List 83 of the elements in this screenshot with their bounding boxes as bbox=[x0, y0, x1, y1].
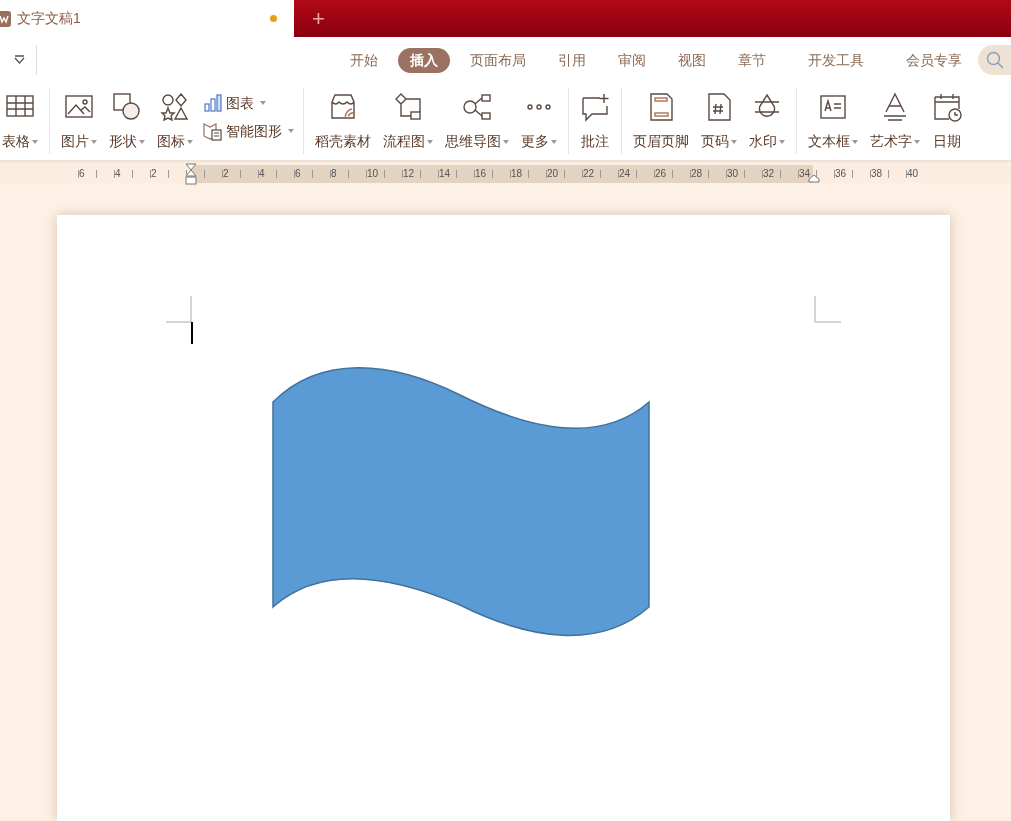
ruler-number: 20 bbox=[547, 167, 559, 181]
ribbon-button[interactable]: 页眉页脚 bbox=[627, 82, 695, 160]
ruler-number: 16 bbox=[475, 167, 487, 181]
caret-icon bbox=[139, 139, 145, 144]
menu-tab[interactable]: 会员专享 bbox=[894, 48, 974, 73]
caret-icon bbox=[731, 139, 737, 144]
ruler-number: 32 bbox=[763, 167, 775, 181]
dropdown-icon[interactable] bbox=[14, 55, 25, 64]
ribbon-button[interactable]: 页码 bbox=[695, 82, 743, 160]
document-tab-title[interactable]: 文字文稿1 bbox=[17, 8, 81, 29]
caret-icon bbox=[779, 139, 785, 144]
ruler-number: 22 bbox=[583, 167, 595, 181]
ribbon-button[interactable]: 稻壳素材 bbox=[309, 82, 377, 160]
corner-mark-icon bbox=[814, 296, 841, 323]
ribbon-button[interactable]: 艺术字 bbox=[864, 82, 926, 160]
menu-tab[interactable]: 开发工具 bbox=[796, 48, 876, 73]
menu-tab[interactable]: 章节 bbox=[726, 48, 778, 73]
menu-tab[interactable]: 审阅 bbox=[606, 48, 658, 73]
wave-shape[interactable] bbox=[272, 367, 650, 636]
caret-icon bbox=[187, 139, 193, 144]
text-cursor bbox=[191, 322, 193, 344]
mind-map-icon bbox=[462, 92, 492, 122]
ruler-number: 38 bbox=[871, 167, 883, 181]
indent-marker-icon[interactable] bbox=[185, 163, 197, 185]
icons-icon bbox=[160, 92, 190, 122]
more-icon bbox=[527, 104, 551, 110]
corner-mark-icon bbox=[166, 296, 192, 323]
ruler-number: 24 bbox=[619, 167, 631, 181]
ribbon-button[interactable]: 表格 bbox=[0, 82, 44, 160]
menu-tab[interactable]: 视图 bbox=[666, 48, 718, 73]
text-box-icon bbox=[818, 92, 848, 122]
menu-tab[interactable]: 引用 bbox=[546, 48, 598, 73]
caret-icon bbox=[91, 139, 97, 144]
ribbon-button[interactable]: 图片 bbox=[55, 82, 103, 160]
ribbon-button[interactable]: 水印 bbox=[743, 82, 791, 160]
ruler-number: 12 bbox=[403, 167, 415, 181]
right-indent-marker-icon[interactable] bbox=[808, 174, 820, 183]
menu-tab[interactable]: 页面布局 bbox=[458, 48, 538, 73]
ruler-number: 8 bbox=[331, 167, 337, 181]
calendar-icon bbox=[932, 92, 962, 122]
ruler-number: 4 bbox=[115, 167, 121, 181]
ribbon-button[interactable]: 流程图 bbox=[377, 82, 439, 160]
ribbon-button[interactable]: 日期 bbox=[926, 82, 968, 160]
ruler-number: 34 bbox=[799, 167, 811, 181]
search-icon bbox=[986, 51, 1004, 69]
ruler-number: 6 bbox=[79, 167, 85, 181]
caret-icon bbox=[551, 139, 557, 144]
ruler-number: 26 bbox=[655, 167, 667, 181]
ruler-number: 10 bbox=[367, 167, 379, 181]
ruler-number: 6 bbox=[295, 167, 301, 181]
ruler-number: 28 bbox=[691, 167, 703, 181]
ruler-number: 14 bbox=[439, 167, 451, 181]
ruler-number: 18 bbox=[511, 167, 523, 181]
ruler-number: 4 bbox=[259, 167, 265, 181]
ribbon-button[interactable]: 智能图形 bbox=[203, 120, 294, 142]
ribbon-button[interactable]: 思维导图 bbox=[439, 82, 515, 160]
comment-icon bbox=[580, 92, 610, 122]
menu-tab[interactable]: 插入 bbox=[398, 48, 450, 73]
ribbon-button[interactable]: 图标 bbox=[151, 82, 199, 160]
ruler-number: 36 bbox=[835, 167, 847, 181]
shapes-icon bbox=[112, 92, 142, 122]
ribbon-button[interactable]: 形状 bbox=[103, 82, 151, 160]
caret-icon bbox=[288, 129, 294, 133]
caret-icon bbox=[260, 101, 266, 105]
caret-icon bbox=[32, 139, 38, 144]
menu-tab[interactable]: 开始 bbox=[338, 48, 390, 73]
ribbon-button[interactable]: 更多 bbox=[515, 82, 563, 160]
ribbon-button[interactable]: 图表 bbox=[203, 92, 294, 114]
caret-icon bbox=[503, 139, 509, 144]
material-icon bbox=[328, 92, 358, 122]
caret-icon bbox=[914, 139, 920, 144]
chart-icon bbox=[203, 93, 222, 113]
caret-icon bbox=[427, 139, 433, 144]
caret-icon bbox=[852, 139, 858, 144]
new-tab-button[interactable]: + bbox=[312, 7, 325, 30]
ribbon-button[interactable]: 文本框 bbox=[802, 82, 864, 160]
ribbon-button[interactable]: 批注 bbox=[574, 82, 616, 160]
ruler-number: 40 bbox=[907, 167, 919, 181]
ruler-number: 2 bbox=[151, 167, 157, 181]
ruler-number: 2 bbox=[223, 167, 229, 181]
flowchart-icon bbox=[393, 92, 423, 122]
smart-graphic-icon bbox=[203, 121, 222, 141]
ruler-number: 30 bbox=[727, 167, 739, 181]
